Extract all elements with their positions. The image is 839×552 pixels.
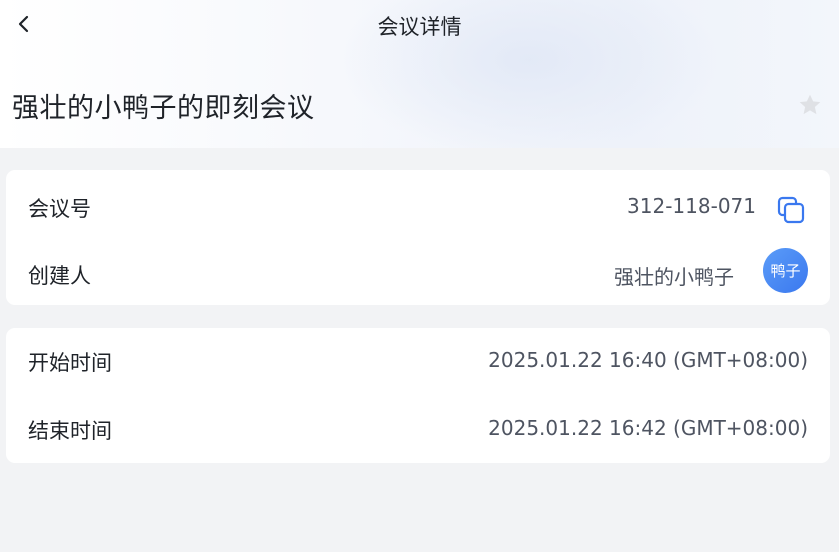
start-time-value: 2025.01.22 16:40 (GMT+08:00) (488, 348, 808, 372)
creator-row: 创建人 强壮的小鸭子 (6, 247, 830, 297)
copy-button[interactable] (775, 194, 807, 226)
meeting-title: 强壮的小鸭子的即刻会议 (12, 93, 315, 124)
end-time-value: 2025.01.22 16:42 (GMT+08:00) (488, 416, 808, 440)
creator-label: 创建人 (28, 264, 91, 288)
start-time-label: 开始时间 (28, 351, 112, 375)
meeting-id-label: 会议号 (28, 197, 91, 221)
meeting-id-row: 会议号 312-118-071 (6, 180, 830, 230)
meeting-info-card: 会议号 312-118-071 创建人 强壮的小鸭子 鸭子 (6, 170, 830, 305)
page-title: 会议详情 (377, 15, 462, 39)
creator-name: 强壮的小鸭子 (614, 265, 734, 289)
creator-avatar[interactable]: 鸭子 (763, 248, 808, 293)
meeting-time-card: 开始时间 2025.01.22 16:40 (GMT+08:00) 结束时间 2… (6, 328, 830, 463)
favorite-button[interactable] (795, 90, 825, 120)
start-time-row: 开始时间 2025.01.22 16:40 (GMT+08:00) (6, 334, 830, 384)
meeting-id-value: 312-118-071 (627, 194, 756, 218)
star-icon (799, 94, 821, 115)
end-time-label: 结束时间 (28, 419, 112, 443)
top-bar: 会议详情 (0, 0, 839, 48)
copy-icon (777, 196, 805, 224)
end-time-row: 结束时间 2025.01.22 16:42 (GMT+08:00) (6, 402, 830, 452)
